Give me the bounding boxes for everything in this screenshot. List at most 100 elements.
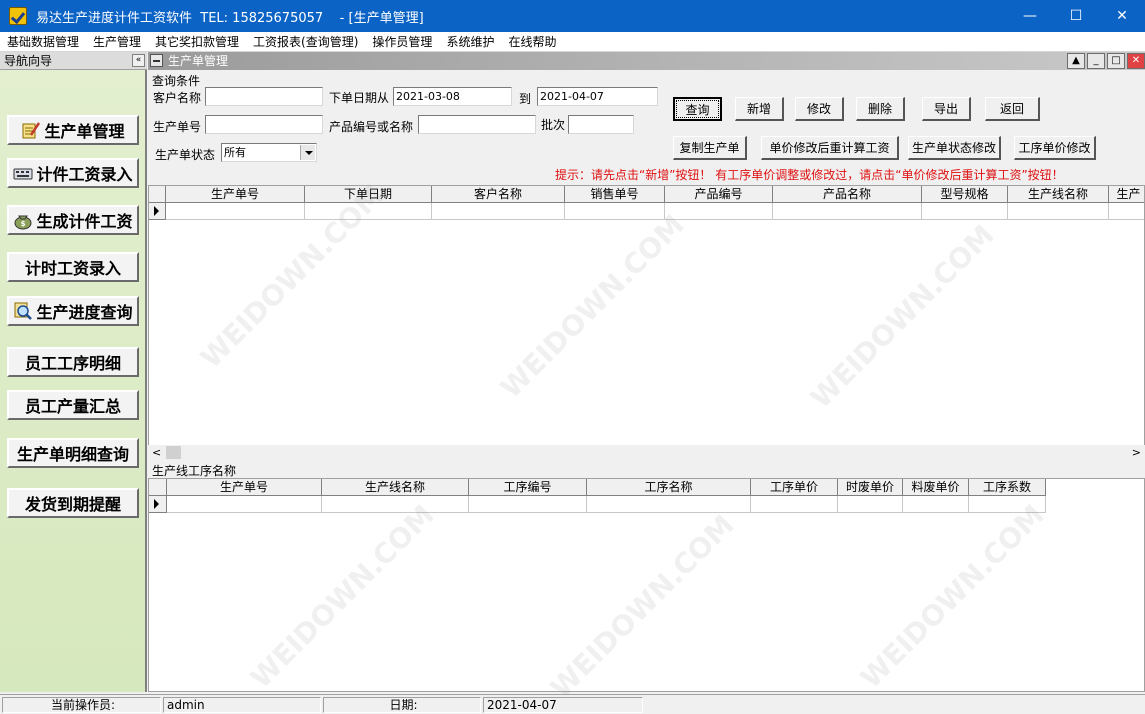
menu-production[interactable]: 生产管理 [86,33,148,50]
add-button[interactable]: 新增 [735,97,784,121]
column-header-model-spec[interactable]: 型号规格 [922,186,1008,203]
row-indicator [149,203,166,220]
column-header-material-waste-price[interactable]: 料废单价 [903,479,969,496]
table-row[interactable] [149,496,1046,513]
column-header-process-unit-price[interactable]: 工序单价 [751,479,838,496]
scroll-right-icon[interactable]: > [1132,445,1141,461]
column-header-process-code[interactable]: 工序编号 [469,479,587,496]
current-row-arrow-icon [154,206,159,216]
recalculate-wage-button[interactable]: 单价修改后重计算工资 [761,136,899,160]
scrollbar-thumb[interactable] [166,446,181,459]
order-date-from-input[interactable]: 2021-03-08 [393,87,512,106]
process-grid-header: 生产单号 生产线名称 工序编号 工序名称 工序单价 时废单价 料废单价 工序系数 [149,479,1046,496]
process-grid-legend: 生产线工序名称 [152,464,237,478]
column-header-order-date[interactable]: 下单日期 [305,186,432,203]
menu-system[interactable]: 系统维护 [439,33,501,50]
column-header-customer-name[interactable]: 客户名称 [432,186,565,203]
column-header-process-name[interactable]: 工序名称 [587,479,751,496]
svg-text:$: $ [21,220,26,228]
nav-generate-piece-wage[interactable]: $ 生成计件工资 [7,205,139,235]
table-row[interactable] [149,203,1144,220]
product-code-name-input[interactable] [418,115,536,134]
date-label: 日期: [323,697,481,713]
column-header-time-waste-price[interactable]: 时废单价 [838,479,903,496]
order-grid[interactable]: 生产单号 下单日期 客户名称 销售单号 产品编号 产品名称 型号规格 生产线名称… [148,185,1145,446]
notepad-pencil-icon [22,122,41,139]
scroll-left-icon[interactable]: < [152,445,161,461]
order-grid-horizontal-scrollbar[interactable]: < > [148,445,1145,461]
column-header-process-line-name[interactable]: 生产线名称 [322,479,469,496]
close-window-button[interactable]: ✕ [1099,0,1145,32]
nav-order-management[interactable]: 生产单管理 [7,115,139,145]
order-status-value: 所有 [224,146,246,159]
status-bar: 当前操作员: admin 日期: 2021-04-07 [0,694,1145,714]
nav-panel: 生产单管理 计件工资录入 $ 生成计件工资 计时工资录入 生产进度查询 员工工序… [0,70,147,692]
order-grid-header: 生产单号 下单日期 客户名称 销售单号 产品编号 产品名称 型号规格 生产线名称… [149,186,1144,203]
order-date-from-label: 下单日期从 [329,91,390,105]
menu-basic-data[interactable]: 基础数据管理 [0,33,86,50]
batch-input[interactable] [568,115,634,134]
nav-order-detail-query-label: 生产单明细查询 [16,445,129,464]
nav-order-management-label: 生产单管理 [44,122,125,141]
child-system-menu-icon[interactable] [150,54,163,67]
column-header-order-number[interactable]: 生产单号 [166,186,305,203]
child-minimize-button[interactable]: _ [1087,53,1105,69]
query-button[interactable]: 查询 [673,97,722,121]
order-management-form: 查询条件 客户名称 下单日期从 2021-03-08 到 2021-04-07 … [148,70,1145,692]
process-price-edit-button[interactable]: 工序单价修改 [1014,136,1096,160]
minimize-window-button[interactable]: — [1007,0,1053,32]
customer-name-input[interactable] [205,87,323,106]
order-date-to-input[interactable]: 2021-04-07 [537,87,658,106]
nav-piece-wage-entry-label: 计件工资录入 [36,165,133,184]
column-header-line-name[interactable]: 生产线名称 [1008,186,1109,203]
child-maximize-button[interactable]: □ [1107,53,1125,69]
child-window-titlebar: 生产单管理 ▲ _ □ ✕ [148,52,1145,70]
child-restore-up-button[interactable]: ▲ [1067,53,1085,69]
menu-wage-reports[interactable]: 工资报表(查询管理) [246,33,365,50]
column-header-production-more[interactable]: 生产 [1109,186,1144,203]
delete-button[interactable]: 删除 [856,97,905,121]
menu-operators[interactable]: 操作员管理 [365,33,439,50]
column-header-product-name[interactable]: 产品名称 [773,186,922,203]
nav-shipment-reminder-label: 发货到期提醒 [24,495,121,514]
order-status-label: 生产单状态 [155,148,216,162]
copy-order-button[interactable]: 复制生产单 [673,136,747,160]
window-title: 易达生产进度计件工资软件 TEL: 15825675057 - [生产单管理] [36,10,424,26]
nav-header-label: 导航向导 [4,54,53,68]
nav-hourly-wage-entry-label: 计时工资录入 [24,259,121,278]
maximize-window-button[interactable]: ☐ [1053,0,1099,32]
menu-help[interactable]: 在线帮助 [501,33,563,50]
column-header-sales-order-number[interactable]: 销售单号 [565,186,665,203]
date-value: 2021-04-07 [483,697,643,713]
menu-bonus-deduction[interactable]: 其它奖扣款管理 [148,33,246,50]
chevron-down-icon[interactable] [300,145,315,160]
nav-progress-query[interactable]: 生产进度查询 [7,296,139,326]
nav-progress-query-label: 生产进度查询 [36,303,133,322]
nav-employee-process-detail[interactable]: 员工工序明细 [7,347,139,377]
nav-hourly-wage-entry[interactable]: 计时工资录入 [7,252,139,282]
order-status-select[interactable]: 所有 [221,143,317,162]
back-button[interactable]: 返回 [985,97,1040,121]
product-code-name-label: 产品编号或名称 [329,120,414,134]
nav-employee-process-detail-label: 员工工序明细 [24,354,121,373]
nav-generate-piece-wage-label: 生成计件工资 [36,212,133,231]
magnifier-icon [14,302,33,320]
nav-shipment-reminder[interactable]: 发货到期提醒 [7,488,139,518]
child-close-button[interactable]: ✕ [1127,53,1145,69]
process-grid[interactable]: 生产单号 生产线名称 工序编号 工序名称 工序单价 时废单价 料废单价 工序系数 [148,478,1145,692]
nav-piece-wage-entry[interactable]: 计件工资录入 [7,158,139,188]
window-titlebar: 易达生产进度计件工资软件 TEL: 15825675057 - [生产单管理] … [0,0,1145,32]
hint-text: 提示：请先点击“新增”按钮！ 有工序单价调整或修改过，请点击“单价修改后重计算工… [555,168,1064,182]
column-header-process-order-number[interactable]: 生产单号 [167,479,322,496]
edit-button[interactable]: 修改 [795,97,844,121]
nav-employee-output-summary[interactable]: 员工产量汇总 [7,390,139,420]
export-button[interactable]: 导出 [922,97,971,121]
order-number-input[interactable] [205,115,323,134]
order-status-edit-button[interactable]: 生产单状态修改 [908,136,1001,160]
query-conditions-legend: 查询条件 [152,74,201,88]
nav-collapse-button[interactable]: « [132,54,145,67]
column-header-product-code[interactable]: 产品编号 [665,186,773,203]
keyboard-entry-icon [13,168,33,180]
nav-order-detail-query[interactable]: 生产单明细查询 [7,438,139,468]
column-header-process-coefficient[interactable]: 工序系数 [969,479,1046,496]
